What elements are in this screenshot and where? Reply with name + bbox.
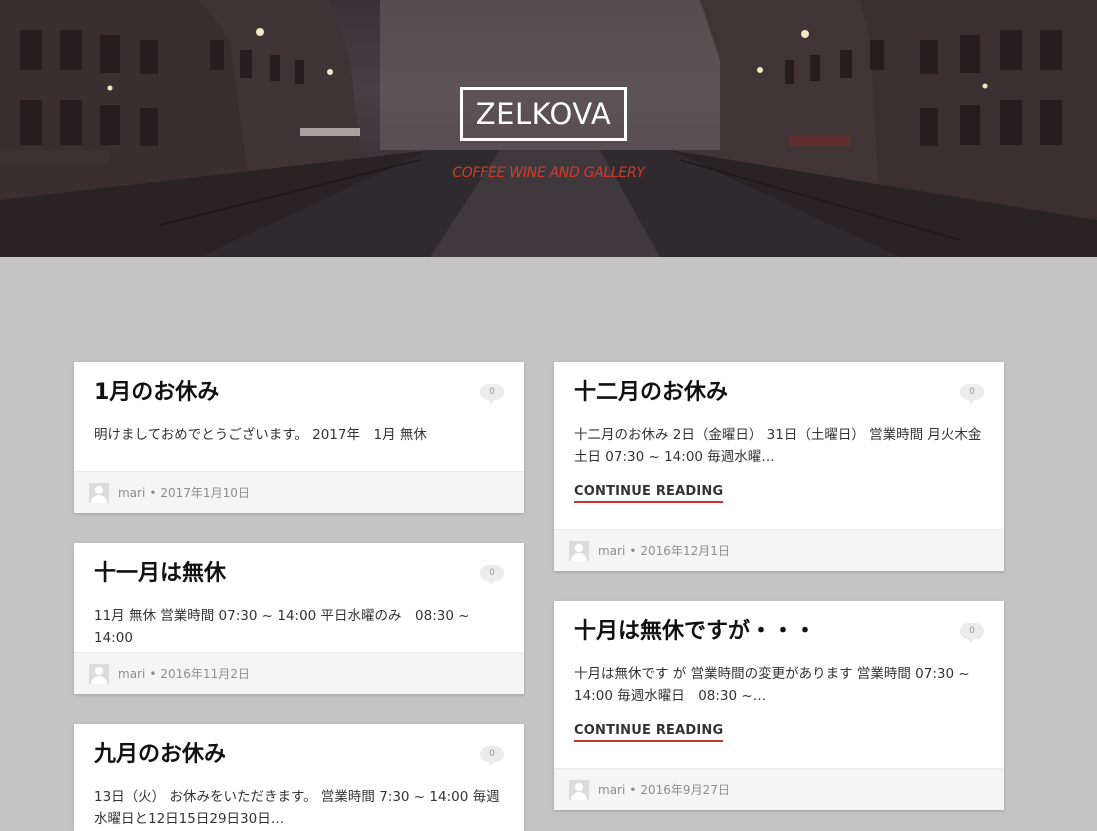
post-excerpt: 13日（火） お休みをいただきます。 営業時間 7:30 ~ 14:00 毎週水… xyxy=(94,789,500,827)
comment-count-icon[interactable]: 0 xyxy=(480,746,504,766)
post-card-body: 十二月のお休み 0 十二月のお休み 2日（金曜日） 31日（土曜日） 営業時間 … xyxy=(554,362,1004,503)
meta-separator: • xyxy=(629,543,637,558)
comment-count-icon[interactable]: 0 xyxy=(960,384,984,404)
post-card: 十二月のお休み 0 十二月のお休み 2日（金曜日） 31日（土曜日） 営業時間 … xyxy=(554,362,1004,571)
post-meta: mari • 2017年1月10日 xyxy=(74,471,524,513)
post-author[interactable]: mari xyxy=(598,544,625,558)
meta-separator: • xyxy=(149,485,157,500)
continue-reading-link[interactable]: CONTINUE READING xyxy=(574,723,724,742)
post-excerpt: 十月は無休です が 営業時間の変更があります 営業時間 07:30 ~ 14:0… xyxy=(574,666,970,704)
post-date[interactable]: 2016年12月1日 xyxy=(640,542,729,559)
post-meta: mari • 2016年9月27日 xyxy=(554,768,1004,810)
avatar-icon xyxy=(569,779,589,800)
post-card-body: 十一月は無休 0 11月 無休 営業時間 07:30 ~ 14:00 平日水曜の… xyxy=(74,543,524,649)
post-card: 十月は無休ですが・・・ 0 十月は無休です が 営業時間の変更があります 営業時… xyxy=(554,601,1004,810)
avatar-icon xyxy=(569,540,589,561)
post-title-link[interactable]: 九月のお休み xyxy=(94,740,504,770)
comment-count-icon[interactable]: 0 xyxy=(480,565,504,585)
post-card-body: 九月のお休み 0 13日（火） お休みをいただきます。 営業時間 7:30 ~ … xyxy=(74,724,524,830)
post-meta: mari • 2016年12月1日 xyxy=(554,529,1004,571)
post-title-link[interactable]: 十二月のお休み xyxy=(574,378,984,408)
post-date[interactable]: 2017年1月10日 xyxy=(160,484,249,501)
comment-count: 0 xyxy=(489,749,495,759)
post-title-link[interactable]: 1月のお休み xyxy=(94,378,504,408)
meta-separator: • xyxy=(629,782,637,797)
post-date[interactable]: 2016年11月2日 xyxy=(160,665,249,682)
comment-count: 0 xyxy=(489,387,495,397)
comment-count: 0 xyxy=(969,626,975,636)
comment-count-icon[interactable]: 0 xyxy=(960,623,984,643)
post-title-link[interactable]: 十一月は無休 xyxy=(94,559,504,589)
post-excerpt: 11月 無休 営業時間 07:30 ~ 14:00 平日水曜のみ 08:30 ~… xyxy=(94,608,470,646)
post-date[interactable]: 2016年9月27日 xyxy=(640,781,729,798)
post-author[interactable]: mari xyxy=(118,486,145,500)
comment-count: 0 xyxy=(969,387,975,397)
comment-count: 0 xyxy=(489,568,495,578)
post-meta: mari • 2016年11月2日 xyxy=(74,652,524,694)
avatar-icon xyxy=(89,482,109,503)
avatar-icon xyxy=(89,663,109,684)
post-card: 1月のお休み 0 明けましておめでとうございます。 2017年 1月 無休 ma… xyxy=(74,362,524,513)
site-logo-link[interactable]: ZELKOVA xyxy=(460,87,627,141)
site-tagline: COFFEE WINE AND GALLERY xyxy=(452,165,645,181)
site-header: ZELKOVA COFFEE WINE AND GALLERY xyxy=(0,0,1097,257)
post-card-body: 1月のお休み 0 明けましておめでとうございます。 2017年 1月 無休 xyxy=(74,362,524,446)
comment-count-icon[interactable]: 0 xyxy=(480,384,504,404)
post-card: 九月のお休み 0 13日（火） お休みをいただきます。 営業時間 7:30 ~ … xyxy=(74,724,524,831)
post-title-link[interactable]: 十月は無休ですが・・・ xyxy=(574,617,984,647)
meta-separator: • xyxy=(149,666,157,681)
continue-reading-link[interactable]: CONTINUE READING xyxy=(574,484,724,503)
post-excerpt: 十二月のお休み 2日（金曜日） 31日（土曜日） 営業時間 月火木金土日 07:… xyxy=(574,427,982,465)
post-card: 十一月は無休 0 11月 無休 営業時間 07:30 ~ 14:00 平日水曜の… xyxy=(74,543,524,694)
post-author[interactable]: mari xyxy=(118,667,145,681)
post-author[interactable]: mari xyxy=(598,783,625,797)
post-card-body: 十月は無休ですが・・・ 0 十月は無休です が 営業時間の変更があります 営業時… xyxy=(554,601,1004,742)
post-excerpt: 明けましておめでとうございます。 2017年 1月 無休 xyxy=(94,427,427,443)
